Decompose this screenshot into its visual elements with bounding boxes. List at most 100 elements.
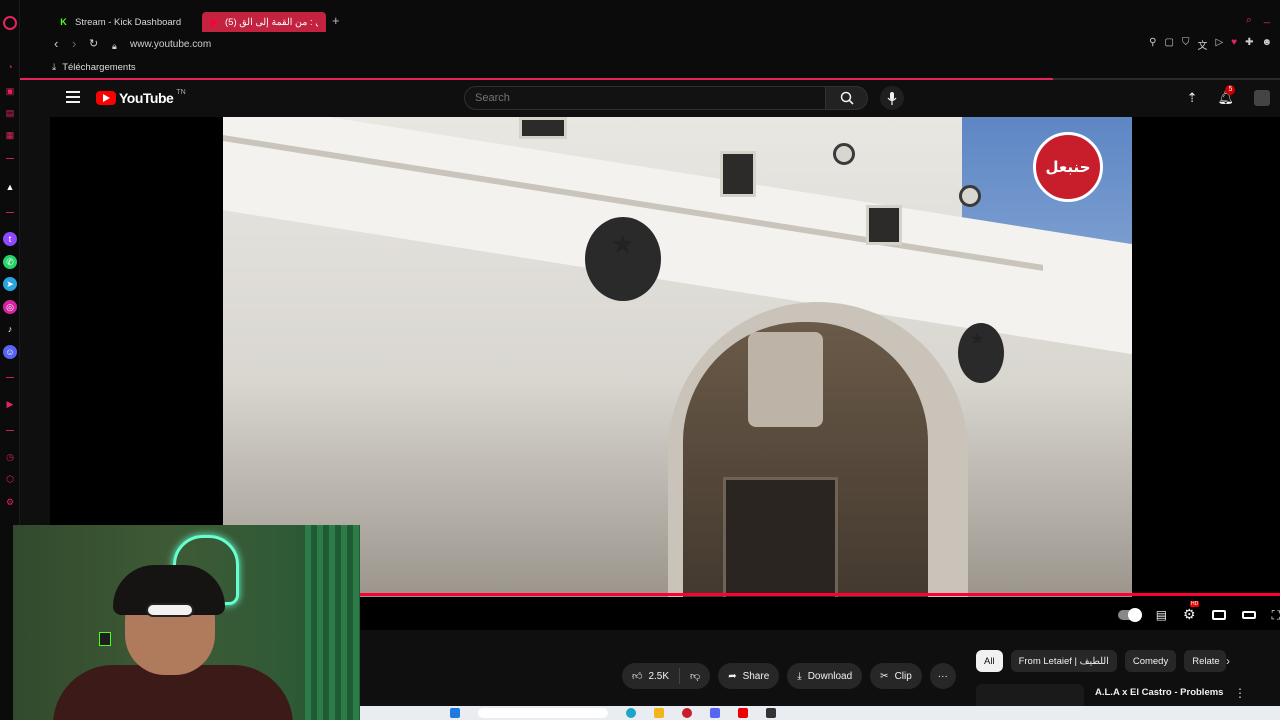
more-actions-button[interactable]: ··· xyxy=(929,663,956,689)
tab-label: (5) حنبعل : من القمة إلى الق xyxy=(225,16,318,28)
tab-youtube-video[interactable]: ▶ (5) حنبعل : من القمة إلى الق xyxy=(202,12,326,32)
forward-icon[interactable]: › xyxy=(72,37,76,51)
like-dislike-group: 👍︎ 2.5K 👎︎ xyxy=(622,663,711,689)
clip-button[interactable]: ✂ Clip xyxy=(870,663,922,689)
tiktok-icon[interactable]: ♪ xyxy=(3,322,17,336)
search-input[interactable] xyxy=(465,87,825,109)
discord-taskbar-icon[interactable] xyxy=(710,708,720,718)
progress-fill xyxy=(360,593,1280,596)
bookmarks-bar: ⤓ Téléchargements xyxy=(20,58,1280,78)
url-field[interactable]: www.youtube.com xyxy=(130,39,211,50)
search-icon xyxy=(840,91,854,105)
windows-start-icon[interactable] xyxy=(450,708,460,718)
chip-comedy[interactable]: Comedy xyxy=(1124,650,1177,672)
messenger-icon[interactable]: ▤ xyxy=(3,106,17,120)
chevron-right-icon[interactable]: › xyxy=(1226,654,1230,668)
adblock-icon[interactable]: ⛉ xyxy=(1182,37,1190,52)
search-tabs-icon[interactable]: ⌕ xyxy=(1246,14,1252,27)
search-button[interactable] xyxy=(826,86,868,110)
download-label: Download xyxy=(807,670,853,682)
kick-icon: K xyxy=(60,17,67,27)
file-explorer-icon[interactable] xyxy=(654,708,664,718)
youtube-icon: ▶ xyxy=(211,16,218,27)
settings-icon[interactable]: ⚙ xyxy=(3,495,17,509)
recommended-title[interactable]: A.L.A x El Castro - Problems xyxy=(1095,687,1223,698)
video-window xyxy=(866,205,902,245)
video-medallion xyxy=(833,143,855,165)
taskbar-search[interactable] xyxy=(478,708,608,718)
sidebar-divider xyxy=(6,430,14,431)
fullscreen-icon[interactable]: ⛶ xyxy=(1272,608,1280,623)
extensions-icon[interactable]: ⬡ xyxy=(3,472,17,486)
kick-light xyxy=(99,632,111,646)
region-code: TN xyxy=(176,88,186,96)
dislike-button[interactable]: 👎︎ xyxy=(680,663,710,689)
subtitles-icon[interactable]: ▤ xyxy=(1156,608,1167,622)
hamburger-menu-icon[interactable] xyxy=(66,91,80,103)
avatar[interactable] xyxy=(1254,90,1270,106)
twitch-icon[interactable]: t xyxy=(3,232,17,246)
autoplay-toggle[interactable] xyxy=(1117,608,1142,622)
aria-icon[interactable]: ◔ xyxy=(3,60,17,74)
pin-icon[interactable]: ⚲ xyxy=(1149,37,1156,52)
tab-kick-dashboard[interactable]: K Stream - Kick Dashboard xyxy=(50,12,226,32)
voice-search-button[interactable] xyxy=(880,86,904,110)
translate-icon[interactable]: 文 xyxy=(1197,37,1207,52)
music-icon[interactable]: ▦ xyxy=(3,128,17,142)
snapshot-icon[interactable]: ▢ xyxy=(1164,37,1173,52)
opera-logo-icon[interactable] xyxy=(3,16,17,30)
opera-icon[interactable] xyxy=(682,708,692,718)
kick-sidebar-icon[interactable]: ▲ xyxy=(3,180,17,194)
bookmark-downloads[interactable]: ⤓ Téléchargements xyxy=(52,62,136,73)
crypto-wallet-icon[interactable]: ▣ xyxy=(3,84,17,98)
chip-related[interactable]: Relate xyxy=(1184,650,1227,672)
notifications-button[interactable]: 🔔︎ 5 xyxy=(1217,85,1236,106)
heart-icon[interactable]: ♥ xyxy=(1231,37,1237,52)
tab-strip: K Stream - Kick Dashboard ▶ (5) حنبعل : … xyxy=(20,0,1280,32)
lock-icon: 🔒︎ xyxy=(112,41,117,51)
thumbs-down-icon: 👎︎ xyxy=(690,671,701,682)
tab-label: Stream - Kick Dashboard xyxy=(75,16,182,28)
back-icon[interactable]: ‹ xyxy=(54,37,58,51)
theater-mode-icon[interactable] xyxy=(1241,611,1256,619)
youtube-play-icon xyxy=(96,91,116,105)
share-button[interactable]: ➦ Share xyxy=(718,663,780,689)
youtube-logo-text: YouTube xyxy=(119,90,174,106)
instagram-icon[interactable]: ◎ xyxy=(3,300,17,314)
download-button[interactable]: ⤓ Download xyxy=(787,663,863,689)
reload-icon[interactable]: ↻ xyxy=(89,37,98,51)
clip-label: Clip xyxy=(894,670,912,682)
sidebar-divider xyxy=(6,212,14,213)
bookmark-label: Téléchargements xyxy=(62,62,136,73)
app-icon[interactable] xyxy=(766,708,776,718)
history-icon[interactable]: ◷ xyxy=(3,450,17,464)
telegram-icon[interactable]: ➤ xyxy=(3,277,17,291)
channel-watermark: حنبعل xyxy=(1033,132,1103,202)
progress-bar[interactable] xyxy=(360,593,1280,596)
video-medallion xyxy=(959,185,981,207)
like-button[interactable]: 👍︎ 2.5K xyxy=(622,663,679,689)
more-icon: ··· xyxy=(937,670,948,682)
chip-all[interactable]: All xyxy=(976,650,1003,672)
profile-icon[interactable]: ☻ xyxy=(1261,37,1272,52)
app-icon[interactable] xyxy=(738,708,748,718)
upload-icon[interactable]: ⇡ xyxy=(1187,90,1198,106)
new-tab-icon[interactable]: + xyxy=(332,14,340,28)
sidebar-divider xyxy=(6,377,14,378)
settings-button[interactable]: ⚙ HD xyxy=(1183,601,1200,624)
puzzle-icon[interactable]: ✚ xyxy=(1245,37,1253,52)
player-icon[interactable]: ▶ xyxy=(3,397,17,411)
video-window xyxy=(720,151,756,197)
play-icon[interactable]: ▷ xyxy=(1215,37,1223,52)
more-vert-icon[interactable]: ⋮ xyxy=(1234,686,1246,700)
miniplayer-icon[interactable] xyxy=(1211,610,1226,620)
minimize-icon[interactable]: _ xyxy=(1264,12,1270,24)
chip-from-channel[interactable]: From Letaief | اللطيف xyxy=(1010,650,1117,672)
scissors-icon: ✂ xyxy=(880,670,889,682)
os-taskbar xyxy=(360,706,1280,720)
edge-icon[interactable] xyxy=(626,708,636,718)
whatsapp-icon[interactable]: ✆ xyxy=(3,255,17,269)
discord-icon[interactable]: ☺ xyxy=(3,345,17,359)
hd-badge: HD xyxy=(1190,601,1200,607)
youtube-logo[interactable]: YouTube TN xyxy=(96,88,186,106)
